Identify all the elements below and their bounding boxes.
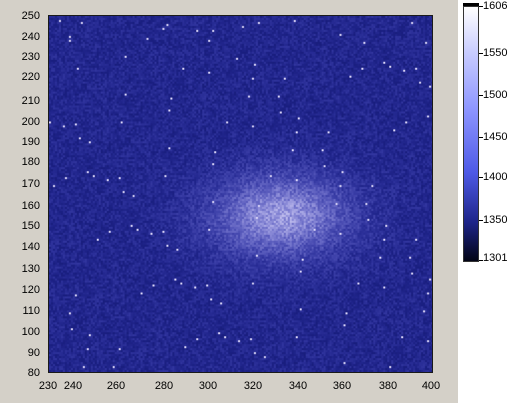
y-tick-label: 130	[21, 263, 40, 275]
x-tick-label: 380	[378, 380, 398, 392]
y-tick-label: 120	[21, 284, 40, 296]
x-tick-label: 240	[63, 380, 83, 392]
y-tick-label: 210	[21, 95, 40, 107]
intensity-graph-frame: 250 240 230 220 210 200 190 180 170 160 …	[0, 0, 458, 403]
y-tick-label: 160	[21, 200, 40, 212]
intensity-plot-area[interactable]	[48, 15, 433, 373]
colorbar-label: 1550	[483, 47, 508, 59]
y-tick-label: 230	[21, 51, 40, 63]
y-tick-label: 200	[21, 116, 40, 128]
x-tick-label: 280	[154, 380, 174, 392]
y-tick-label: 150	[21, 220, 40, 232]
colorbar-panel: 1606 1550 1500 1450 1400 1350 1301	[460, 0, 514, 403]
y-tick-label: 100	[21, 326, 40, 338]
x-tick-label: 340	[288, 380, 308, 392]
colorbar-label: 1301	[483, 252, 508, 264]
colorbar-gradient	[463, 6, 479, 262]
y-tick-label: 140	[21, 241, 40, 253]
colorbar-label: 1450	[483, 131, 508, 143]
y-tick-label: 110	[22, 305, 40, 317]
y-tick-label: 180	[21, 156, 40, 168]
y-tick-label: 240	[21, 31, 40, 43]
x-tick-label: 400	[421, 380, 441, 392]
x-tick-label: 320	[243, 380, 263, 392]
y-tick-label: 80	[27, 367, 40, 379]
y-tick-label: 220	[21, 71, 40, 83]
colorbar-label: 1606	[483, 0, 508, 12]
x-tick-label: 300	[198, 380, 218, 392]
y-tick-label: 190	[21, 136, 40, 148]
y-tick-label: 90	[27, 347, 40, 359]
intensity-image	[49, 16, 432, 372]
y-tick-label: 250	[21, 10, 40, 22]
x-tick-label: 260	[106, 380, 126, 392]
x-tick-label: 360	[332, 380, 352, 392]
y-tick-label: 170	[21, 178, 40, 190]
colorbar-label: 1400	[483, 171, 508, 183]
colorbar-label: 1350	[483, 214, 508, 226]
colorbar-label: 1500	[483, 89, 508, 101]
